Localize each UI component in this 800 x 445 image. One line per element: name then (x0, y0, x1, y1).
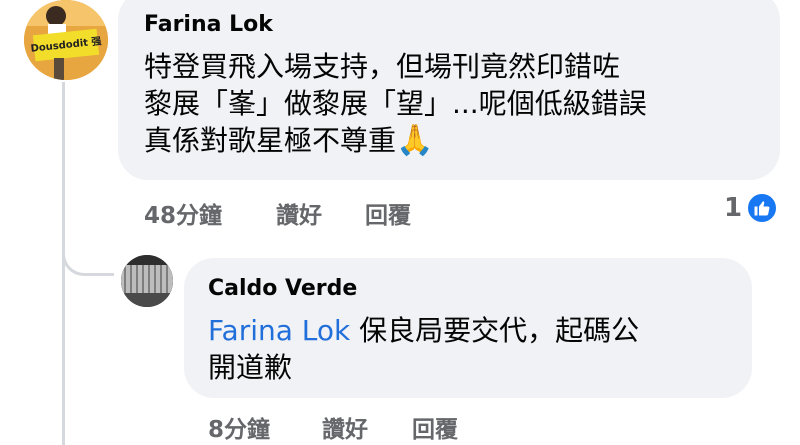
reply-text-line: Farina Lok 保良局要交代，起碼公 (208, 312, 748, 349)
reply-author[interactable]: Caldo Verde (208, 276, 357, 301)
reply-text: Farina Lok 保良局要交代，起碼公 開道歉 (208, 312, 748, 386)
comment-text: 特登買飛入場支持，但場刊竟然印錯咗 黎展「峯」做黎展「望」...呢個低級錯誤 真… (144, 48, 764, 159)
comment-timestamp[interactable]: 48分鐘 (144, 196, 222, 230)
like-icon (746, 192, 779, 224)
comment-text-line: 黎展「峯」做黎展「望」...呢個低級錯誤 (144, 87, 647, 120)
mention-link[interactable]: Farina Lok (208, 314, 350, 347)
comment-text-line: 真係對歌星極不尊重🙏 (144, 122, 764, 159)
reply-button[interactable]: 回覆 (412, 410, 458, 444)
like-button[interactable]: 讚好 (322, 410, 368, 444)
reply-timestamp[interactable]: 8分鐘 (208, 410, 270, 444)
avatar-photo: Dousdodit 强 (24, 0, 108, 80)
reply-connector-curve (62, 232, 114, 276)
reaction-summary[interactable]: 1 (724, 190, 788, 226)
reaction-count: 1 (724, 193, 743, 223)
reply-text-line: 開道歉 (208, 351, 293, 384)
comment-author[interactable]: Farina Lok (144, 12, 273, 37)
reply-button[interactable]: 回覆 (365, 196, 411, 230)
avatar-farina-lok[interactable]: Dousdodit 强 (24, 0, 108, 80)
like-button[interactable]: 讚好 (276, 196, 322, 230)
praying-hands-emoji: 🙏 (396, 123, 434, 158)
avatar-photo (121, 255, 173, 307)
reply-text-segment: 保良局要交代，起碼公 (350, 314, 640, 347)
comment-text-line: 特登買飛入場支持，但場刊竟然印錯咗 (144, 50, 621, 83)
comment-text-segment: 真係對歌星極不尊重 (144, 124, 397, 157)
avatar-caldo-verde[interactable] (121, 255, 173, 307)
